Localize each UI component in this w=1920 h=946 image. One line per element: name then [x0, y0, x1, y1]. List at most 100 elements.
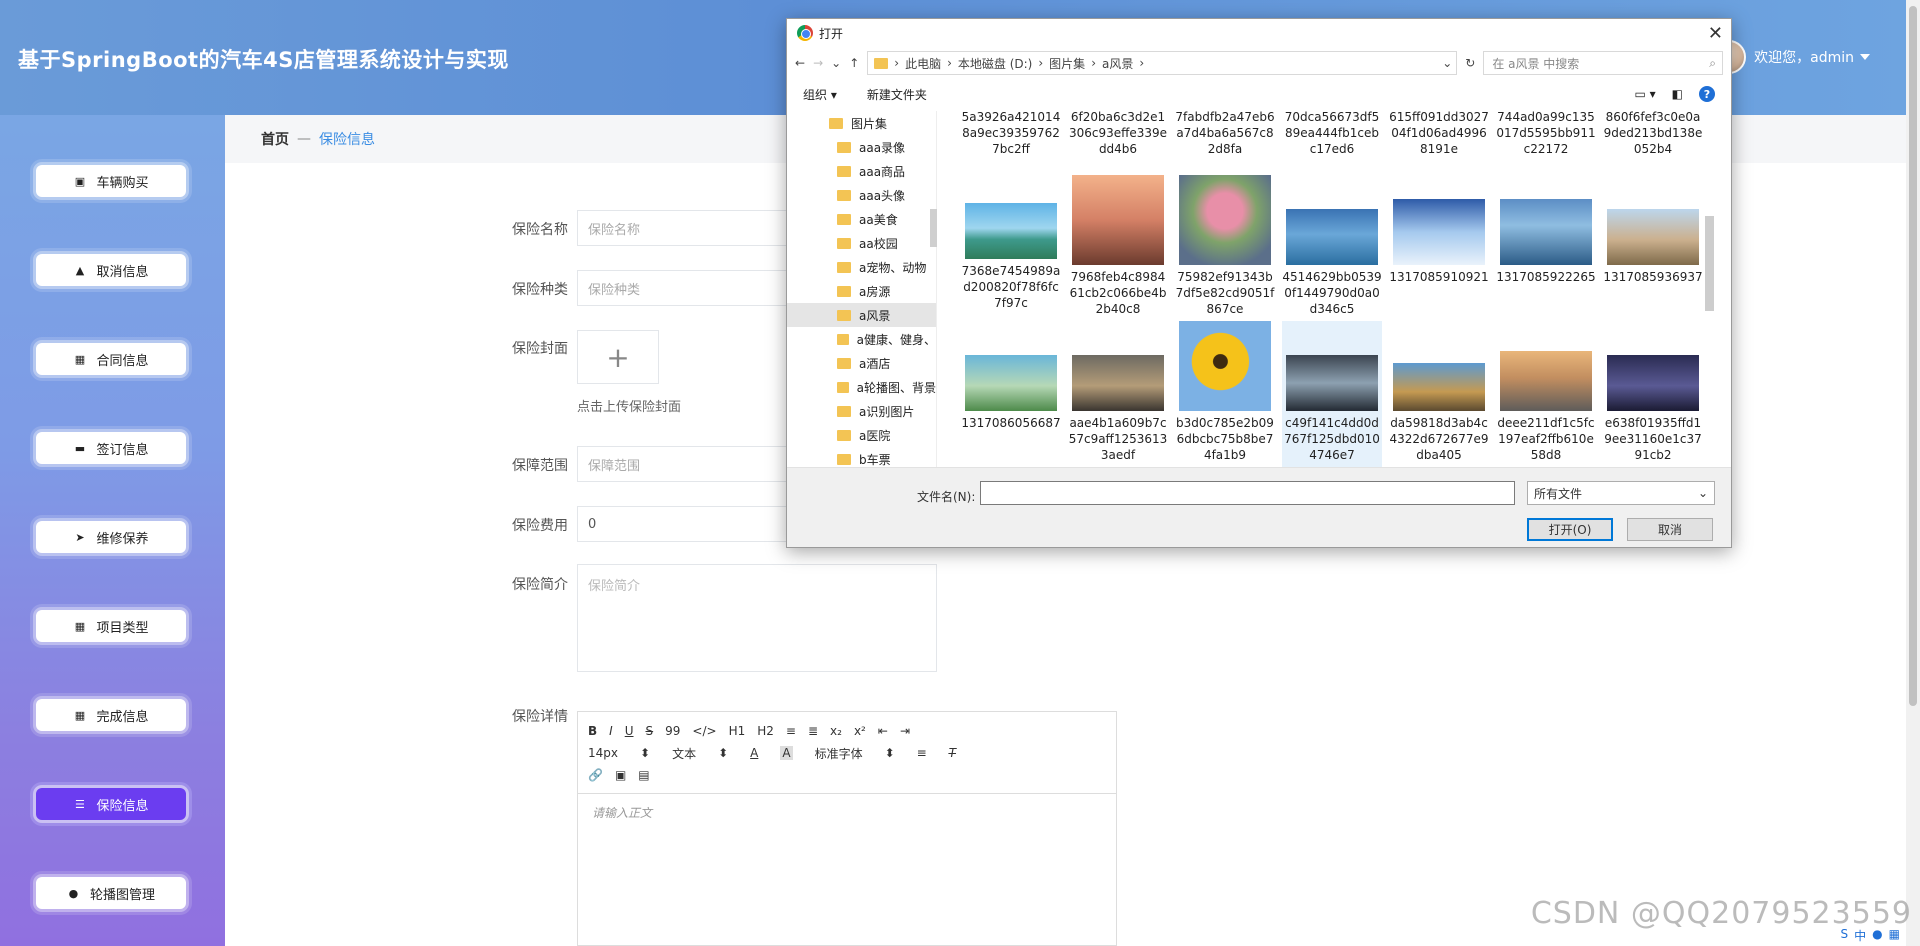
- tree-item[interactable]: a酒店: [787, 351, 936, 375]
- new-folder-button[interactable]: 新建文件夹: [867, 86, 927, 103]
- file-tile[interactable]: 5a3926a4210148a9ec393597627bc2ff: [961, 111, 1061, 157]
- file-tile[interactable]: 744ad0a99c135017d5595bb911c22172: [1496, 111, 1596, 157]
- up-icon[interactable]: ↑: [849, 56, 859, 70]
- path-segment[interactable]: 本地磁盘 (D:): [958, 55, 1032, 72]
- file-tile[interactable]: 860f6fef3c0e0a9ded213bd138e052b4: [1603, 111, 1703, 157]
- quote-button[interactable]: 99: [665, 724, 680, 738]
- align-icon[interactable]: ≡: [917, 746, 927, 760]
- bold-button[interactable]: B: [588, 724, 597, 738]
- font-family-select[interactable]: 标准字体: [815, 745, 863, 762]
- sidebar-item-insurance-info[interactable]: ☰ 保险信息: [36, 788, 186, 820]
- underline-button[interactable]: U: [625, 724, 634, 738]
- file-tile-selected[interactable]: c49f141c4dd0d767f125dbd0104746e7: [1282, 321, 1382, 467]
- tree-item[interactable]: a房源: [787, 279, 936, 303]
- ime-mode-icon[interactable]: 中: [1854, 927, 1866, 944]
- file-tile[interactable]: 1317085922265: [1496, 175, 1596, 285]
- font-size-select[interactable]: 14px: [588, 746, 618, 760]
- image-icon[interactable]: ▣: [615, 768, 626, 782]
- video-icon[interactable]: ▤: [638, 768, 649, 782]
- file-tile[interactable]: 7fabdfb2a47eb6a7d4ba6a567c82d8fa: [1175, 111, 1275, 157]
- tree-item[interactable]: aaa头像: [787, 183, 936, 207]
- file-tile[interactable]: 7368e7454989ad200820f78f6fc7f97c: [961, 175, 1061, 311]
- italic-button[interactable]: I: [609, 724, 613, 738]
- filename-input[interactable]: [980, 481, 1515, 505]
- code-button[interactable]: </>: [692, 724, 716, 738]
- text-type-select[interactable]: 文本: [672, 745, 696, 762]
- tree-item[interactable]: 图片集: [787, 111, 936, 135]
- insurance-type-input[interactable]: 保险种类: [577, 270, 797, 306]
- sidebar-item-complete-info[interactable]: ▦ 完成信息: [36, 699, 186, 731]
- file-tile[interactable]: da59818d3ab4c4322d672677e9dba405: [1389, 321, 1489, 463]
- sidebar-item-project-type[interactable]: ▦ 项目类型: [36, 610, 186, 642]
- sidebar-item-contract-info[interactable]: ▦ 合同信息: [36, 343, 186, 375]
- file-tile[interactable]: 1317085936937: [1603, 175, 1703, 285]
- h2-button[interactable]: H2: [757, 724, 774, 738]
- strike-button[interactable]: S: [646, 724, 654, 738]
- tree-item[interactable]: aa校园: [787, 231, 936, 255]
- mic-icon[interactable]: ●: [1872, 927, 1882, 944]
- breadcrumb-home[interactable]: 首页: [261, 129, 289, 149]
- chevron-down-icon[interactable]: [1860, 54, 1870, 60]
- ime-icon[interactable]: S: [1841, 927, 1849, 944]
- organize-menu[interactable]: 组织 ▾: [803, 86, 837, 103]
- tree-item-selected[interactable]: a风景: [787, 303, 936, 327]
- path-segment[interactable]: a风景: [1102, 55, 1133, 72]
- file-tile[interactable]: 6f20ba6c3d2e1306c93effe339edd4b6: [1068, 111, 1168, 157]
- keyboard-icon[interactable]: ▦: [1889, 927, 1900, 944]
- file-tile[interactable]: 70dca56673df589ea444fb1cebc17ed6: [1282, 111, 1382, 157]
- file-tile[interactable]: 1317085910921: [1389, 175, 1489, 285]
- help-icon[interactable]: ?: [1699, 86, 1715, 102]
- tree-item[interactable]: aa美食: [787, 207, 936, 231]
- filetype-select[interactable]: 所有文件 ⌄: [1527, 481, 1715, 505]
- indent-button[interactable]: ⇥: [900, 724, 910, 738]
- file-tile[interactable]: aae4b1a609b7c57c9aff12536133aedf: [1068, 321, 1168, 463]
- tree-item[interactable]: aaa录像: [787, 135, 936, 159]
- intro-textarea[interactable]: 保险简介: [577, 564, 937, 672]
- file-tile[interactable]: 4514629bb05390f1449790d0a0d346c5: [1282, 175, 1382, 317]
- bg-color-icon[interactable]: A: [780, 746, 793, 760]
- tree-item[interactable]: a轮播图、背景: [787, 375, 936, 399]
- outdent-button[interactable]: ⇤: [878, 724, 888, 738]
- cover-upload-button[interactable]: +: [577, 330, 659, 384]
- cancel-button[interactable]: 取消: [1627, 518, 1713, 541]
- tree-item[interactable]: aaa商品: [787, 159, 936, 183]
- chevron-down-icon[interactable]: ⌄: [1442, 56, 1452, 70]
- user-menu[interactable]: 欢迎您，admin: [1712, 40, 1870, 74]
- forward-icon[interactable]: →: [813, 56, 823, 70]
- file-tile[interactable]: e638f01935ffd19ee31160e1c3791cb2: [1603, 321, 1703, 463]
- file-tile[interactable]: deee211df1c5fc197eaf2ffb610e58d8: [1496, 321, 1596, 463]
- file-grid-scrollbar[interactable]: [1702, 111, 1716, 467]
- file-tile[interactable]: 1317086056687: [961, 321, 1061, 431]
- tree-scrollbar[interactable]: [930, 111, 937, 467]
- open-button[interactable]: 打开(O): [1527, 518, 1613, 541]
- superscript-button[interactable]: x²: [854, 724, 866, 738]
- clear-format-icon[interactable]: T̶: [949, 746, 956, 760]
- bullet-list-button[interactable]: ≣: [808, 724, 818, 738]
- scope-input[interactable]: 保障范围: [577, 446, 797, 482]
- font-color-icon[interactable]: A: [750, 746, 758, 760]
- sidebar-item-carousel[interactable]: ● 轮播图管理: [36, 877, 186, 909]
- file-tile[interactable]: b3d0c785e2b096dbcbc75b8be74fa1b9: [1175, 321, 1275, 463]
- back-icon[interactable]: ←: [795, 56, 805, 70]
- subscript-button[interactable]: x₂: [830, 724, 842, 738]
- sidebar-item-vehicle-purchase[interactable]: ▣ 车辆购买: [36, 165, 186, 197]
- search-input[interactable]: 在 a风景 中搜索 ⌕: [1483, 51, 1723, 75]
- tree-item[interactable]: a健康、健身、: [787, 327, 936, 351]
- file-tile[interactable]: 615ff091dd302704f1d06ad49968191e: [1389, 111, 1489, 157]
- insurance-name-input[interactable]: 保险名称: [577, 210, 797, 246]
- close-icon[interactable]: ✕: [1708, 23, 1723, 44]
- ordered-list-button[interactable]: ≡: [786, 724, 796, 738]
- path-segment[interactable]: 图片集: [1049, 55, 1085, 72]
- sidebar-item-sign-info[interactable]: ▬ 签订信息: [36, 432, 186, 464]
- tree-item[interactable]: a识别图片: [787, 399, 936, 423]
- tree-item[interactable]: a宠物、动物: [787, 255, 936, 279]
- file-tile[interactable]: 7968feb4c898461cb2c066be4b2b40c8: [1068, 175, 1168, 317]
- view-icon[interactable]: ▭ ▾: [1634, 87, 1655, 101]
- sidebar-item-maintenance[interactable]: ➤ 维修保养: [36, 521, 186, 553]
- page-scrollbar[interactable]: [1906, 0, 1920, 946]
- link-icon[interactable]: 🔗: [588, 768, 603, 782]
- chevron-down-icon[interactable]: ⌄: [831, 56, 841, 70]
- h1-button[interactable]: H1: [729, 724, 746, 738]
- sidebar-item-cancel-info[interactable]: ▲ 取消信息: [36, 254, 186, 286]
- path-input[interactable]: › 此电脑 › 本地磁盘 (D:) › 图片集 › a风景 › ⌄: [867, 51, 1458, 75]
